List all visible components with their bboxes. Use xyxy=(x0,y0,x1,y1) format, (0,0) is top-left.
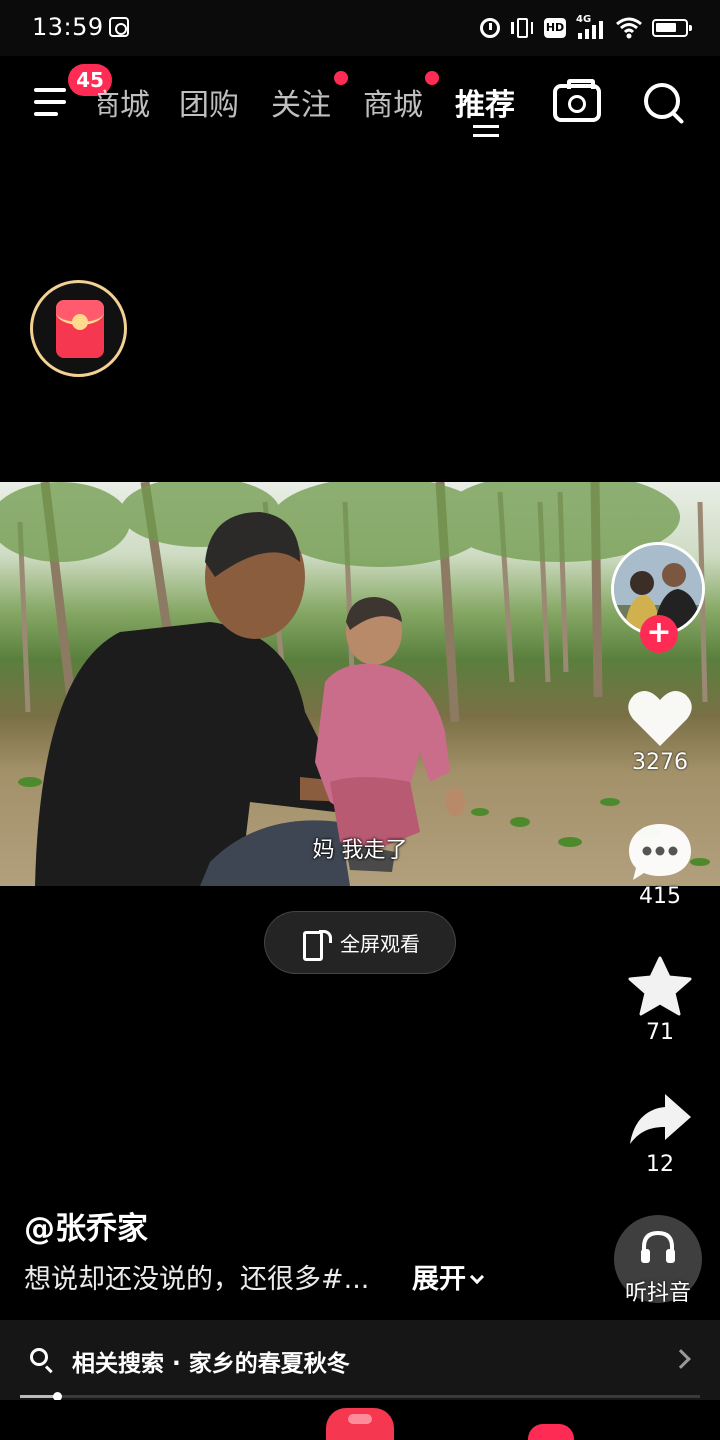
star-icon xyxy=(628,956,692,1016)
like-count: 3276 xyxy=(632,750,688,775)
share-button[interactable]: 12 xyxy=(612,1090,708,1177)
app-notification-icon xyxy=(109,17,129,37)
expand-label: 展开 xyxy=(412,1264,466,1295)
follow-button[interactable]: + xyxy=(640,615,678,653)
alarm-icon xyxy=(480,18,500,38)
heart-icon xyxy=(628,691,692,746)
hd-icon: HD xyxy=(544,18,566,38)
tab-mall[interactable]: 商城 xyxy=(363,80,423,124)
like-button[interactable]: 3276 xyxy=(612,688,708,775)
tab-mall-partial[interactable]: 商城 xyxy=(98,80,150,124)
bottom-nav xyxy=(0,1400,720,1440)
fullscreen-label: 全屏观看 xyxy=(340,932,420,956)
progress-fill xyxy=(20,1395,58,1398)
chevron-down-icon xyxy=(469,1269,485,1285)
related-search-bar[interactable]: 相关搜索 · 家乡的春夏秋冬 xyxy=(0,1320,720,1400)
tab-group-buy[interactable]: 团购 xyxy=(179,80,239,124)
share-icon xyxy=(630,1094,691,1144)
rotate-screen-icon xyxy=(300,928,332,961)
message-badge xyxy=(528,1424,574,1440)
status-time: 13:59 xyxy=(32,13,104,41)
tab-following[interactable]: 关注 xyxy=(271,80,331,124)
fullscreen-button[interactable]: 全屏观看 xyxy=(264,911,456,974)
red-packet-button[interactable] xyxy=(30,280,127,377)
menu-button[interactable] xyxy=(34,88,70,118)
search-icon xyxy=(30,1348,54,1372)
author-name[interactable]: @张乔家 xyxy=(24,1203,148,1248)
search-icon[interactable] xyxy=(640,80,688,128)
video-description: 想说却还没说的，还很多#... xyxy=(24,1264,370,1295)
status-icons: HD 4G xyxy=(480,14,692,42)
status-bar: 13:59 HD 4G xyxy=(0,0,720,56)
battery-icon xyxy=(652,19,692,37)
signal-4g-icon: 4G xyxy=(576,14,606,39)
mall-dot xyxy=(425,71,439,85)
share-count: 12 xyxy=(646,1152,674,1177)
expand-button[interactable]: 展开 xyxy=(412,1257,485,1296)
comment-count: 415 xyxy=(639,884,681,909)
favorite-count: 71 xyxy=(646,1020,674,1045)
comment-icon xyxy=(629,824,691,880)
network-label: 4G xyxy=(576,14,592,25)
vibrate-icon xyxy=(510,17,534,39)
comment-button[interactable]: 415 xyxy=(612,822,708,909)
camera-icon[interactable] xyxy=(553,79,601,122)
video-progress-bar[interactable] xyxy=(20,1392,700,1401)
chevron-right-icon xyxy=(671,1349,691,1369)
tab-recommend[interactable]: 推荐 xyxy=(455,80,515,124)
headphones-icon xyxy=(641,1230,675,1263)
following-dot xyxy=(334,71,348,85)
top-nav: 45 商城 团购 关注 商城 推荐 xyxy=(0,56,720,156)
favorite-button[interactable]: 71 xyxy=(612,956,708,1045)
switch-feed-icon[interactable] xyxy=(473,122,501,140)
listen-douyin-label: 听抖音 xyxy=(624,1281,691,1306)
wifi-icon xyxy=(616,17,642,39)
red-packet-tab-icon[interactable] xyxy=(326,1408,394,1440)
red-envelope-icon xyxy=(56,300,104,358)
related-search-text: 相关搜索 · 家乡的春夏秋冬 xyxy=(72,1351,350,1377)
